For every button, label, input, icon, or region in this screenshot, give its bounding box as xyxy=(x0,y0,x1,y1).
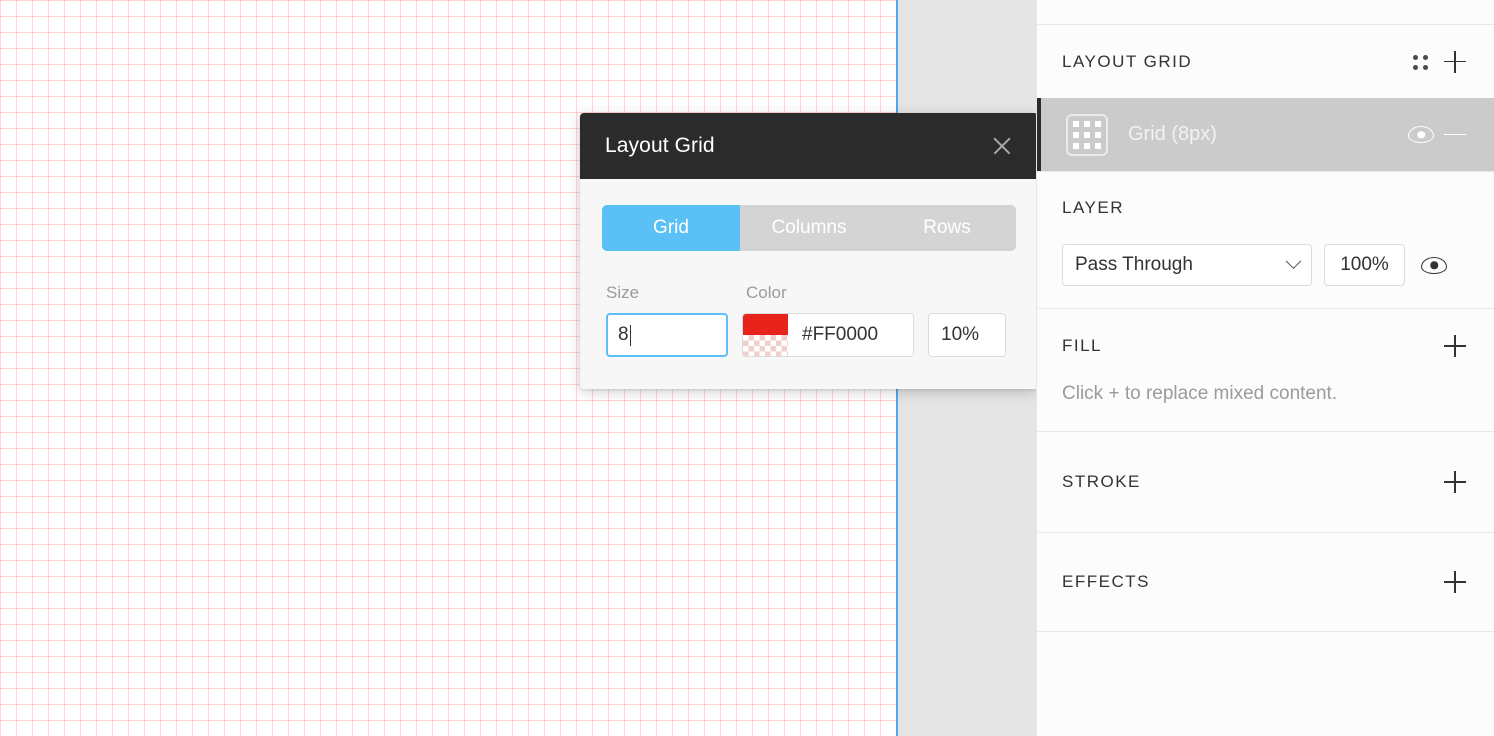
sidebar-top-spacer xyxy=(1037,0,1494,24)
color-label: Color xyxy=(746,283,787,302)
color-swatch-transparency xyxy=(743,335,788,356)
remove-layout-grid-button[interactable] xyxy=(1438,118,1472,152)
fill-section-header: FILL xyxy=(1037,309,1494,383)
blend-mode-select[interactable]: Pass Through xyxy=(1062,244,1312,286)
size-input-value: 8 xyxy=(618,324,629,345)
stroke-section-header: STROKE xyxy=(1037,432,1494,532)
stroke-title: STROKE xyxy=(1062,472,1141,491)
effects-section: EFFECTS xyxy=(1037,533,1494,631)
size-label: Size xyxy=(606,283,640,302)
blend-mode-value: Pass Through xyxy=(1075,254,1193,275)
color-hex-value: #FF0000 xyxy=(802,324,879,345)
layer-controls: Pass Through 100% xyxy=(1037,244,1494,286)
tab-grid[interactable]: Grid xyxy=(602,205,740,251)
layout-grid-item-label: Grid (8px) xyxy=(1128,123,1217,145)
design-tool-window: Layout Grid Grid Columns Rows Size Color… xyxy=(0,0,1494,736)
color-input[interactable]: #FF0000 xyxy=(742,313,914,357)
stroke-section: STROKE xyxy=(1037,432,1494,532)
layout-grid-item-row[interactable]: Grid (8px) xyxy=(1037,98,1494,171)
divider xyxy=(1037,631,1494,632)
modal-header: Layout Grid xyxy=(580,113,1038,179)
add-effect-button[interactable] xyxy=(1438,565,1472,599)
layout-grid-section-header: LAYOUT GRID xyxy=(1037,25,1494,98)
color-swatch-solid xyxy=(743,314,788,335)
layout-grid-modal: Layout Grid Grid Columns Rows Size Color… xyxy=(580,113,1038,389)
right-sidebar: LAYOUT GRID Grid (8px) LAYER Pass Throug… xyxy=(1036,0,1494,736)
add-layout-grid-button[interactable] xyxy=(1438,45,1472,79)
close-icon[interactable] xyxy=(988,132,1016,160)
fill-title: FILL xyxy=(1062,336,1103,355)
grid-visibility-toggle[interactable] xyxy=(1404,118,1438,152)
size-input[interactable]: 8 xyxy=(606,313,728,357)
layer-title: LAYER xyxy=(1062,198,1124,217)
layer-section-header: LAYER xyxy=(1037,172,1494,244)
field-labels-row: Size Color xyxy=(602,283,1016,303)
layer-opacity-input[interactable]: 100% xyxy=(1324,244,1405,286)
effects-title: EFFECTS xyxy=(1062,572,1150,591)
layer-visibility-toggle[interactable] xyxy=(1417,248,1451,282)
add-fill-button[interactable] xyxy=(1438,329,1472,363)
grid-dots-icon[interactable] xyxy=(1404,45,1438,79)
fill-section: FILL Click + to replace mixed content. xyxy=(1037,309,1494,431)
grid-type-tabs: Grid Columns Rows xyxy=(602,205,1016,251)
grid-icon xyxy=(1066,113,1108,156)
opacity-input[interactable]: 10% xyxy=(928,313,1006,357)
tab-columns[interactable]: Columns xyxy=(740,205,878,251)
add-stroke-button[interactable] xyxy=(1438,465,1472,499)
layout-grid-title: LAYOUT GRID xyxy=(1062,51,1193,71)
field-inputs-row: 8 #FF0000 10% xyxy=(602,313,1016,357)
effects-section-header: EFFECTS xyxy=(1037,533,1494,631)
modal-body: Grid Columns Rows Size Color 8 #FF0000 1… xyxy=(580,179,1038,389)
modal-title: Layout Grid xyxy=(605,134,715,157)
color-swatch[interactable] xyxy=(743,314,788,356)
fill-note: Click + to replace mixed content. xyxy=(1062,383,1338,404)
chevron-down-icon xyxy=(1285,252,1302,269)
text-caret xyxy=(629,324,632,346)
tab-rows[interactable]: Rows xyxy=(878,205,1016,251)
layer-section: LAYER Pass Through 100% xyxy=(1037,172,1494,308)
